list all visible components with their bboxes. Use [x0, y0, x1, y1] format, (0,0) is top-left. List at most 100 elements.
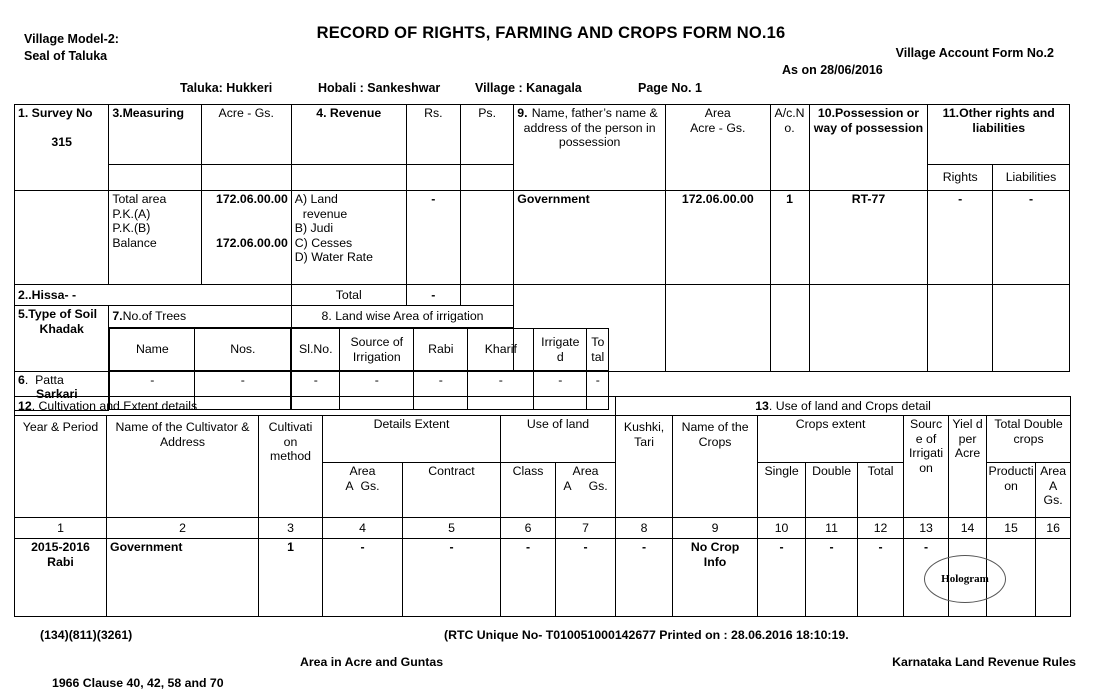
page-number-label: Page No. 1: [638, 81, 702, 95]
col-num-13: 13: [903, 517, 950, 539]
soil-type-cell: 5.Type of Soil Khadak: [13, 305, 110, 372]
total-double-crops-header: Total Double crops: [986, 415, 1072, 463]
col-num-16: 16: [1035, 517, 1072, 539]
possession-rights-fill: [927, 284, 994, 372]
survey-no-value: 315: [51, 134, 72, 149]
col-num-11: 11: [805, 517, 859, 539]
rights-header: Rights: [927, 164, 994, 191]
rs-header: Rs.: [405, 104, 461, 165]
measuring-row-total-area: Total area: [112, 192, 167, 206]
col-num-7: 7: [554, 517, 617, 539]
col-num-5: 5: [402, 517, 501, 539]
survey-no-blank: [13, 190, 110, 285]
row-contract: -: [402, 538, 501, 617]
crops-total-header: Total: [857, 462, 905, 518]
hologram-stamp: Hologram: [924, 555, 1006, 603]
revenue-ps-value: [459, 190, 515, 285]
col-num-8: 8: [615, 517, 674, 539]
rs-spacer: [405, 164, 461, 191]
trees-header-text: No.of Trees: [122, 309, 187, 324]
source-of-irrigation-header: Sourc e of Irrigati on: [903, 415, 950, 518]
row-use-area: -: [554, 538, 617, 617]
village-model-block: Village Model-2: Seal of Taluka: [24, 31, 119, 65]
kushki-tari-header: Kushki, Tari: [615, 415, 674, 518]
seal-of-taluka-label: Seal of Taluka: [24, 49, 108, 63]
yield-per-acre-header: Yiel d per Acre: [948, 415, 988, 518]
revenue-total-label: Total: [290, 284, 407, 306]
crops-extent-header: Crops extent: [757, 415, 905, 463]
row-cultivation-method: 1: [258, 538, 323, 617]
area-header: Area Acre - Gs.: [665, 104, 771, 191]
village-account-form-label: Village Account Form No.2: [895, 46, 1054, 60]
possession-liabilities-fill: [992, 284, 1070, 372]
irrigation-source-header: Source of Irrigation: [339, 328, 415, 371]
possession-way-value: RT-77: [808, 190, 929, 285]
ps-header: Ps.: [459, 104, 515, 165]
revenue-rs-value: -: [405, 190, 461, 285]
irrigation-total-header: To tal: [586, 328, 610, 371]
as-on-date: As on 28/06/2016: [782, 63, 883, 77]
section-12-label: 12. Cultivation and Extent details: [13, 396, 617, 416]
area-header-units: Acre - Gs.: [690, 120, 746, 135]
acre-gs-header: Acre - Gs.: [200, 104, 292, 165]
col-num-2: 2: [106, 517, 259, 539]
year-period-header: Year & Period: [14, 415, 107, 518]
revenue-total-ps: [459, 284, 515, 306]
row-single: -: [757, 538, 807, 617]
row-year-period: 2015-2016 Rabi: [14, 538, 107, 617]
trees-header-number: 7.: [112, 309, 123, 324]
revenue-items-cell: A) Land revenue B) Judi C) Cesses D) Wate…: [290, 190, 407, 285]
irrigation-irrigated-header: Irrigate d: [533, 328, 588, 371]
ps-spacer: [459, 164, 515, 191]
col-num-14: 14: [948, 517, 988, 539]
col-num-12: 12: [857, 517, 905, 539]
row-td-area: [1035, 538, 1072, 617]
details-contract-header: Contract: [402, 462, 501, 518]
possession-liabilities-value: -: [992, 190, 1070, 285]
row-kushki-tari: -: [615, 538, 674, 617]
row-double: -: [805, 538, 859, 617]
footer-rtc-info: (RTC Unique No- T010051000142677 Printed…: [444, 628, 849, 642]
use-of-land-header: Use of land: [499, 415, 617, 463]
trees-nos-header: Nos.: [194, 328, 292, 371]
hissa-label: 2..Hissa- -: [14, 284, 292, 306]
footer-clause: 1966 Clause 40, 42, 58 and 70: [52, 676, 224, 690]
col-num-15: 15: [986, 517, 1037, 539]
col-num-3: 3: [258, 517, 323, 539]
crops-single-header: Single: [757, 462, 807, 518]
row-name-of-crops: No Crop Info: [672, 538, 759, 617]
trees-subheader-wrap: Name Nos.: [109, 328, 292, 371]
measuring-rows-cell: Total area P.K.(A) P.K.(B) Balance: [108, 190, 202, 285]
trees-header-group: 7.No.of Trees: [108, 305, 292, 328]
irrigation-subheader-table: Sl.No. Source of Irrigation Rabi Kharif …: [291, 328, 610, 371]
measuring-row-pka: P.K.(A): [112, 206, 151, 221]
revenue-item-land-revenue: A) Land revenue: [294, 192, 348, 221]
row-total: -: [857, 538, 905, 617]
col-num-1: 1: [14, 517, 107, 539]
possession-acno-value: 1: [769, 190, 810, 285]
cultivation-crops-table: 12. Cultivation and Extent details 13. U…: [13, 396, 1072, 617]
account-no-header: A/c.N o.: [769, 104, 810, 191]
col-num-6: 6: [500, 517, 556, 539]
possession-way-header: 10.Possession or way of possession: [808, 104, 929, 191]
measuring-value-balance: 172.06.00.00: [215, 235, 288, 250]
footer-code: (134)(811)(3261): [40, 628, 133, 642]
irrigation-kharif-header: Kharif: [467, 328, 535, 371]
acre-gs-spacer: [200, 164, 292, 191]
irrigation-slno-header: Sl.No.: [291, 328, 341, 371]
measuring-value-total-area: 172.06.00.00: [215, 192, 288, 206]
rtc-document-page: RECORD OF RIGHTS, FARMING AND CROPS FORM…: [0, 0, 1102, 698]
measuring-values-cell: 172.06.00.00 172.06.00.00: [200, 190, 292, 285]
possession-name-header-inline: Name, father’s name & address of the per…: [523, 106, 658, 149]
possession-area-fill: [665, 284, 771, 372]
irrigation-rabi-header: Rabi: [413, 328, 469, 371]
measuring-header-spacer: [108, 164, 202, 191]
revenue-spacer: [290, 164, 407, 191]
details-area-header: Area A Gs.: [322, 462, 403, 518]
trees-name-header: Name: [109, 328, 196, 371]
hobali-label: Hobali : Sankeshwar: [318, 81, 441, 95]
page-title: RECORD OF RIGHTS, FARMING AND CROPS FORM…: [316, 24, 786, 42]
footer-area-units: Area in Acre and Guntas: [300, 655, 444, 669]
measuring-header: 3.Measuring: [108, 104, 202, 165]
use-class-header: Class: [500, 462, 556, 518]
